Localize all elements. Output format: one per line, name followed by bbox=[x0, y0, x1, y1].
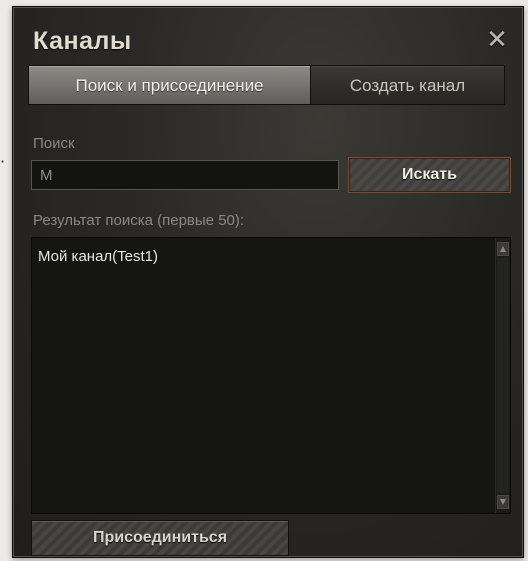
tab-search-and-join[interactable]: Поиск и присоединение bbox=[28, 65, 311, 105]
list-item[interactable]: Мой канал(Test1) bbox=[38, 248, 158, 265]
stray-dot: · bbox=[0, 152, 6, 171]
channels-window: Каналы ✕ Поиск и присоединение Создать к… bbox=[12, 6, 524, 558]
results-list: Мой канал(Test1) ▲ ▼ bbox=[31, 237, 511, 514]
tab-create-channel[interactable]: Создать канал bbox=[310, 65, 505, 105]
join-button[interactable]: Присоединиться bbox=[31, 520, 289, 556]
scroll-down-icon[interactable]: ▼ bbox=[497, 495, 509, 509]
search-input[interactable] bbox=[31, 160, 339, 190]
scroll-up-icon[interactable]: ▲ bbox=[497, 242, 509, 256]
search-label: Поиск bbox=[33, 135, 75, 152]
window-title: Каналы bbox=[33, 27, 132, 55]
search-button[interactable]: Искать bbox=[348, 157, 511, 193]
scroll-track[interactable] bbox=[497, 258, 509, 493]
scrollbar[interactable]: ▲ ▼ bbox=[495, 238, 510, 513]
results-label: Результат поиска (первые 50): bbox=[33, 212, 245, 229]
close-icon[interactable]: ✕ bbox=[483, 26, 511, 54]
